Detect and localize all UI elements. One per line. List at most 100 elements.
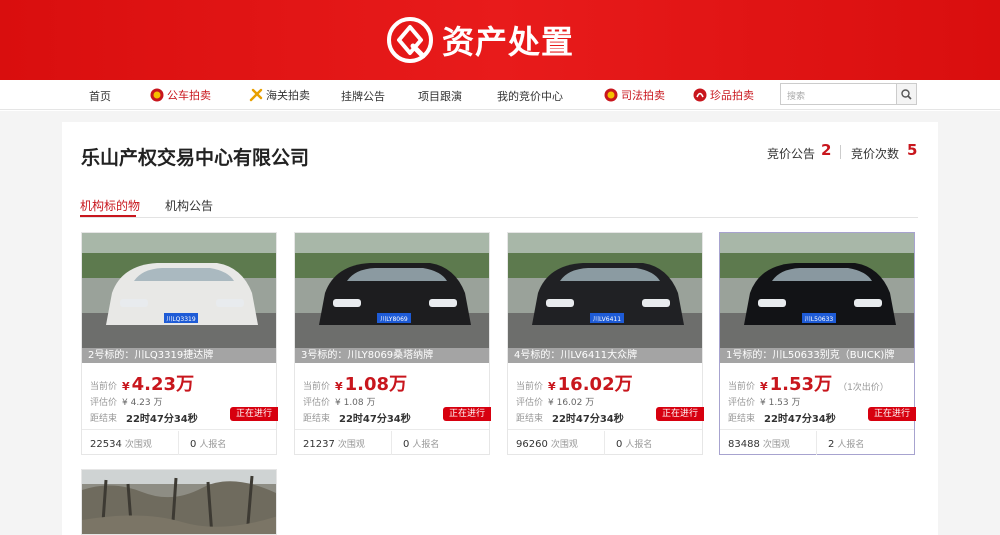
appraisal-value: ¥ 1.53 万: [760, 398, 801, 408]
nav-my-bidding-center[interactable]: 我的竞价中心: [497, 88, 563, 104]
view-count-value: 22534: [90, 439, 122, 450]
lot-photo[interactable]: 川LQ3319: [82, 233, 276, 348]
nav-label: 海关拍卖: [266, 89, 310, 102]
nav-official-car-auction[interactable]: 公车拍卖: [150, 87, 211, 103]
remaining-label: 距结束: [728, 414, 756, 424]
header-banner: 资产处置: [0, 0, 1000, 80]
lot-card[interactable]: 川L50633 1号标的：川L50633别克（BUICK)牌 当前价 ¥1.53…: [719, 232, 916, 455]
remaining-time: 22时47分34秒: [339, 414, 411, 425]
view-count-value: 96260: [516, 439, 548, 450]
appraisal-label: 评估价: [303, 398, 331, 408]
view-count-suffix: 次围观: [550, 440, 578, 450]
lot-card[interactable]: 川LV6411 4号标的：川LV6411大众牌 当前价 ¥16.02万 评估价 …: [507, 232, 704, 455]
view-count-value: 21237: [303, 439, 335, 450]
treasure-icon: [693, 88, 707, 102]
card-footer-divider: [295, 429, 489, 430]
emblem-icon: [150, 88, 164, 102]
remaining-label: 距结束: [90, 414, 118, 424]
banner-title: 资产处置: [442, 23, 575, 61]
remaining-time: 22时47分34秒: [764, 414, 836, 425]
bid-count-label: 竞价次数: [851, 147, 900, 161]
forest-photo: [82, 470, 276, 534]
lot-card[interactable]: 川LY8069 3号标的：川LY8069桑塔纳牌 当前价 ¥1.08万 评估价 …: [294, 232, 491, 455]
car-photo: 川LV6411: [508, 233, 702, 348]
signup-count-value: 0: [190, 439, 197, 450]
view-count: 96260 次围观: [516, 437, 578, 450]
card-footer-divider: [82, 429, 276, 430]
lot-title[interactable]: 4号标的：川LV6411大众牌: [508, 348, 702, 363]
nav-label: 项目跟演: [418, 90, 462, 103]
appraisal-label: 评估价: [728, 398, 756, 408]
view-count-suffix: 次围观: [124, 440, 152, 450]
footer-separator: [391, 431, 392, 455]
currency-symbol: ¥: [548, 380, 556, 393]
car-photo: 川L50633: [720, 233, 914, 348]
remaining-time: 22时47分34秒: [126, 414, 198, 425]
nav-label: 珍品拍卖: [710, 89, 754, 102]
license-plate: 川LV6411: [593, 316, 621, 323]
signup-count-suffix: 人报名: [412, 440, 440, 450]
nav-listing-notice[interactable]: 挂牌公告: [341, 88, 385, 104]
nav-project-tracking[interactable]: 项目跟演: [418, 88, 462, 104]
nav-customs-auction[interactable]: 海关拍卖: [249, 87, 310, 103]
license-plate: 川L50633: [805, 316, 834, 323]
tab-organization-notices[interactable]: 机构公告: [165, 197, 213, 214]
nav-treasure-auction[interactable]: 珍品拍卖: [693, 87, 754, 103]
bidding-notice-label[interactable]: 竞价公告: [767, 145, 815, 162]
status-badge: 正在进行: [230, 407, 278, 421]
banner-logo: 资产处置: [386, 16, 574, 64]
stat-divider: [840, 145, 841, 159]
current-price-label: 当前价: [90, 382, 118, 392]
current-price: ¥1.08万: [335, 370, 413, 396]
currency-symbol: ¥: [335, 380, 343, 393]
nav-home[interactable]: 首页: [89, 88, 111, 104]
signup-count-suffix: 人报名: [625, 440, 653, 450]
signup-count: 0 人报名: [190, 437, 226, 450]
license-plate: 川LY8069: [380, 316, 408, 323]
signup-count: 0 人报名: [403, 437, 439, 450]
lot-title[interactable]: 1号标的：川L50633别克（BUICK)牌: [720, 348, 914, 363]
emblem-icon: [604, 88, 618, 102]
lot-photo[interactable]: 川LV6411: [508, 233, 702, 348]
footer-separator: [816, 431, 817, 455]
search-input[interactable]: 搜索: [780, 83, 897, 105]
footer-separator: [604, 431, 605, 455]
current-price-value: 16.02万: [557, 374, 633, 395]
organization-name: 乐山产权交易中心有限公司: [81, 147, 310, 169]
appraisal-label: 评估价: [90, 398, 118, 408]
current-price: ¥16.02万: [548, 370, 639, 396]
signup-count-value: 0: [403, 439, 410, 450]
current-price: ¥1.53万 （1次出价）: [760, 370, 889, 396]
license-plate: 川LQ3319: [166, 316, 196, 323]
lot-title[interactable]: 2号标的：川LQ3319捷达牌: [82, 348, 276, 363]
view-count-suffix: 次围观: [337, 440, 365, 450]
lot-photo[interactable]: 川LY8069: [295, 233, 489, 348]
card-footer-divider: [508, 429, 702, 430]
nav-label: 司法拍卖: [621, 89, 665, 102]
search-button[interactable]: [897, 83, 917, 105]
bidding-notice-count[interactable]: 2: [821, 141, 831, 159]
signup-count-suffix: 人报名: [837, 440, 865, 450]
status-badge: 正在进行: [656, 407, 704, 421]
lot-card[interactable]: 川LQ3319 2号标的：川LQ3319捷达牌 当前价 ¥4.23万 评估价 ¥…: [81, 232, 278, 455]
remaining-label: 距结束: [303, 414, 331, 424]
lot-card-partial[interactable]: [81, 469, 277, 535]
search-placeholder: 搜索: [787, 92, 806, 102]
footer-separator: [178, 431, 179, 455]
nav-judicial-auction[interactable]: 司法拍卖: [604, 87, 665, 103]
signup-count: 2 人报名: [828, 437, 864, 450]
view-count-suffix: 次围观: [762, 440, 790, 450]
signup-count-value: 0: [616, 439, 623, 450]
nav-home-label: 首页: [89, 90, 111, 103]
bid-count-value: 5: [907, 141, 918, 159]
nav-label: 我的竞价中心: [497, 90, 563, 103]
customs-icon: [249, 88, 263, 102]
currency-symbol: ¥: [122, 380, 130, 393]
card-footer-divider: [720, 429, 914, 430]
tab-organization-items[interactable]: 机构标的物: [80, 197, 140, 214]
currency-symbol: ¥: [760, 380, 768, 393]
appraisal-value: ¥ 1.08 万: [335, 398, 376, 408]
lot-title[interactable]: 3号标的：川LY8069桑塔纳牌: [295, 348, 489, 363]
lot-photo[interactable]: 川L50633: [720, 233, 914, 348]
nav-label: 挂牌公告: [341, 90, 385, 103]
